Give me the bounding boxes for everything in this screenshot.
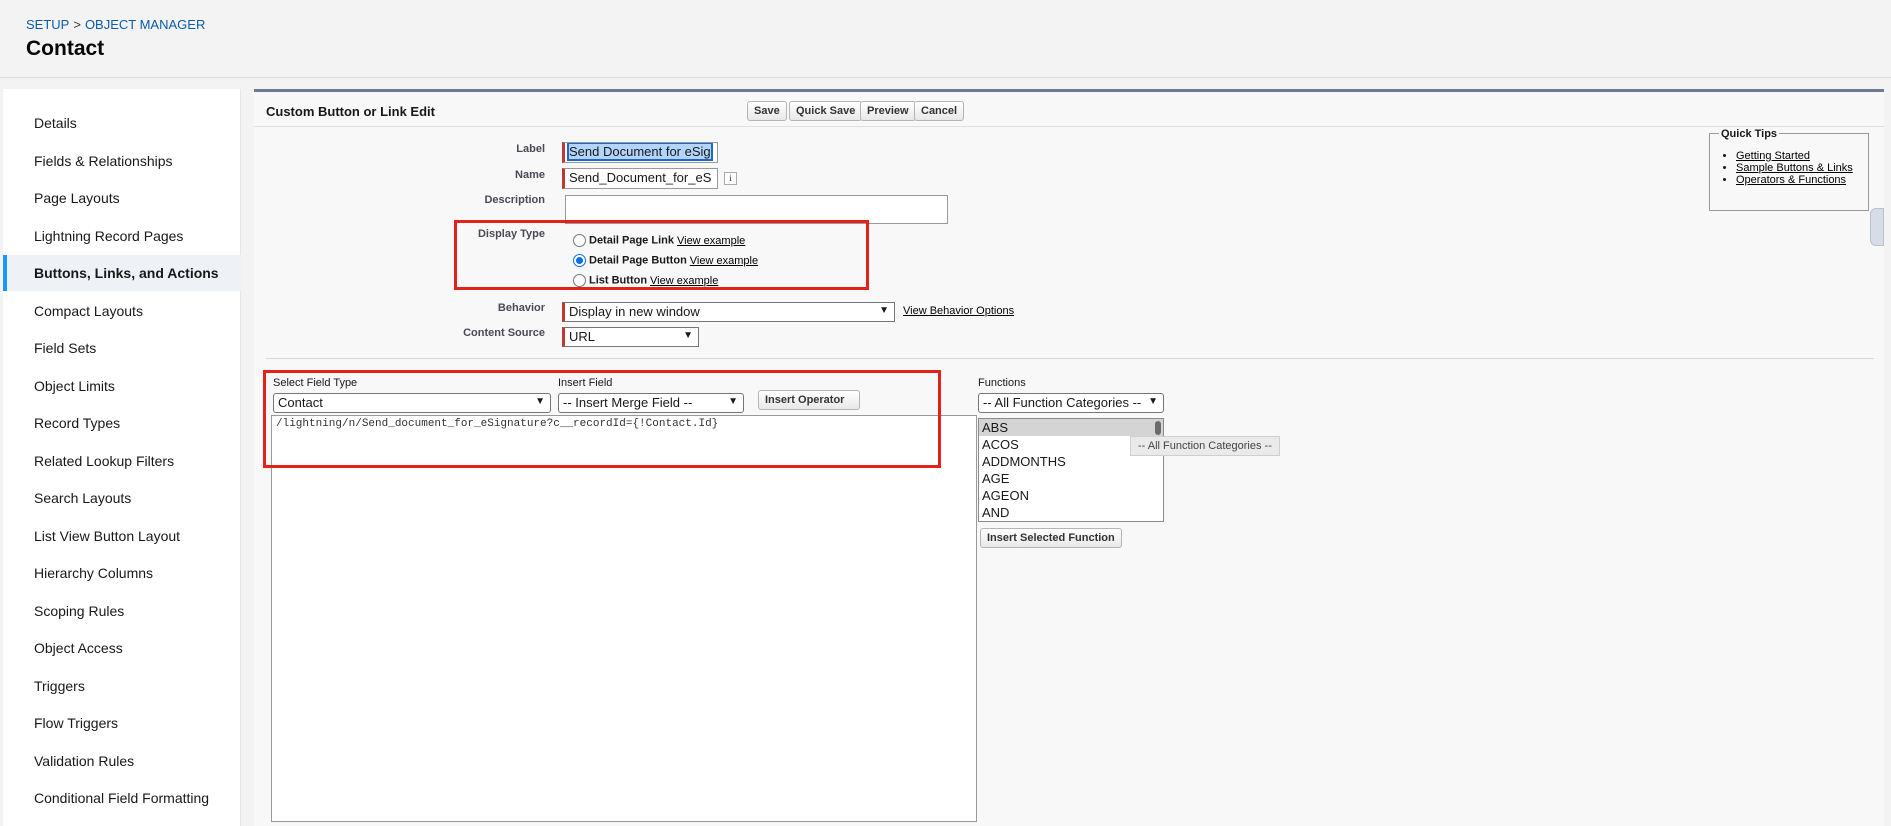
content-source-select[interactable]: URL ▼ bbox=[562, 327, 699, 347]
custom-button-edit-panel: Custom Button or Link Edit Save Quick Sa… bbox=[254, 89, 1884, 826]
sidebar-item-search-layouts[interactable]: Search Layouts bbox=[3, 480, 241, 516]
sidebar-item-field-sets[interactable]: Field Sets bbox=[3, 330, 241, 366]
breadcrumb-separator: > bbox=[73, 17, 81, 32]
listbox-scrollbar[interactable] bbox=[1155, 421, 1161, 435]
label-input-value: Send Document for eSig bbox=[567, 143, 713, 161]
sidebar-item-compact-layouts[interactable]: Compact Layouts bbox=[3, 293, 241, 329]
quick-save-button[interactable]: Quick Save bbox=[789, 101, 863, 121]
function-item[interactable]: AND bbox=[979, 504, 1163, 521]
page-title: Contact bbox=[26, 37, 105, 60]
name-field-label: Name bbox=[515, 169, 545, 181]
sidebar-item-fields-relationships[interactable]: Fields & Relationships bbox=[3, 143, 241, 179]
annotation-box-formula bbox=[263, 370, 941, 468]
object-manager-sidebar: Details Fields & Relationships Page Layo… bbox=[3, 89, 241, 826]
sidebar-item-object-access[interactable]: Object Access bbox=[3, 630, 241, 666]
function-item[interactable]: AGEON bbox=[979, 487, 1163, 504]
behavior-select[interactable]: Display in new window ▼ bbox=[562, 302, 895, 322]
function-item[interactable]: ABS bbox=[979, 419, 1163, 436]
form-header: Custom Button or Link Edit Save Quick Sa… bbox=[254, 92, 1884, 127]
cancel-button[interactable]: Cancel bbox=[914, 101, 965, 121]
label-field-label: Label bbox=[516, 143, 545, 155]
quick-tips-title: Quick Tips bbox=[1719, 128, 1780, 140]
sidebar-item-record-types[interactable]: Record Types bbox=[3, 405, 241, 441]
section-divider bbox=[266, 358, 1874, 359]
breadcrumb-setup[interactable]: SETUP bbox=[26, 17, 69, 32]
functions-listbox[interactable]: ABS ACOS ADDMONTHS AGE AGEON AND bbox=[978, 418, 1164, 522]
sidebar-item-validation-rules[interactable]: Validation Rules bbox=[3, 743, 241, 779]
annotation-box-display-type bbox=[454, 220, 869, 290]
sidebar-item-page-layouts[interactable]: Page Layouts bbox=[3, 180, 241, 216]
function-item[interactable]: AGE bbox=[979, 470, 1163, 487]
chevron-down-icon: ▼ bbox=[683, 330, 693, 341]
form-title: Custom Button or Link Edit bbox=[266, 104, 435, 119]
getting-started-link[interactable]: Getting Started bbox=[1736, 150, 1810, 162]
quick-tips-box: Quick Tips Getting Started Sample Button… bbox=[1709, 128, 1869, 211]
name-input[interactable]: Send_Document_for_eS bbox=[562, 168, 718, 189]
chevron-down-icon: ▼ bbox=[879, 305, 889, 316]
sidebar-item-list-view-button-layout[interactable]: List View Button Layout bbox=[3, 518, 241, 554]
sidebar-item-hierarchy-columns[interactable]: Hierarchy Columns bbox=[3, 555, 241, 591]
sidebar-item-triggers[interactable]: Triggers bbox=[3, 668, 241, 704]
behavior-select-value: Display in new window bbox=[569, 304, 700, 319]
preview-button[interactable]: Preview bbox=[860, 101, 916, 121]
sidebar-item-lightning-record-pages[interactable]: Lightning Record Pages bbox=[3, 218, 241, 254]
function-category-tooltip: -- All Function Categories -- bbox=[1130, 436, 1280, 456]
content-source-select-value: URL bbox=[569, 329, 596, 344]
functions-label: Functions bbox=[978, 377, 1026, 389]
sidebar-item-details[interactable]: Details bbox=[3, 105, 241, 141]
formula-editor[interactable]: /lightning/n/Send_document_for_eSignatur… bbox=[271, 415, 977, 822]
function-category-value: -- All Function Categories -- bbox=[983, 395, 1142, 410]
breadcrumb-object-manager[interactable]: OBJECT MANAGER bbox=[85, 17, 205, 32]
sidebar-item-conditional-field-formatting[interactable]: Conditional Field Formatting bbox=[3, 780, 241, 816]
insert-selected-function-button[interactable]: Insert Selected Function bbox=[980, 528, 1122, 548]
chevron-down-icon: ▼ bbox=[1148, 396, 1158, 407]
label-input[interactable]: Send Document for eSig bbox=[562, 142, 718, 163]
view-behavior-options-link[interactable]: View Behavior Options bbox=[903, 305, 1014, 317]
sidebar-item-scoping-rules[interactable]: Scoping Rules bbox=[3, 593, 241, 629]
page-header: SETUP > OBJECT MANAGER Contact bbox=[0, 0, 1891, 78]
function-category-select[interactable]: -- All Function Categories -- ▼ bbox=[978, 393, 1164, 413]
content-source-field-label: Content Source bbox=[463, 327, 545, 339]
sample-buttons-links-link[interactable]: Sample Buttons & Links bbox=[1736, 162, 1853, 174]
sidebar-item-object-limits[interactable]: Object Limits bbox=[3, 368, 241, 404]
sidebar-item-buttons-links-actions[interactable]: Buttons, Links, and Actions bbox=[3, 255, 241, 291]
behavior-field-label: Behavior bbox=[497, 302, 545, 314]
info-icon[interactable]: i bbox=[724, 172, 737, 185]
side-panel-tab[interactable] bbox=[1870, 208, 1884, 246]
description-field-label: Description bbox=[484, 194, 545, 206]
sidebar-item-flow-triggers[interactable]: Flow Triggers bbox=[3, 705, 241, 741]
breadcrumb: SETUP > OBJECT MANAGER bbox=[26, 17, 205, 32]
save-button[interactable]: Save bbox=[747, 101, 787, 121]
operators-functions-link[interactable]: Operators & Functions bbox=[1736, 174, 1846, 186]
sidebar-item-related-lookup-filters[interactable]: Related Lookup Filters bbox=[3, 443, 241, 479]
